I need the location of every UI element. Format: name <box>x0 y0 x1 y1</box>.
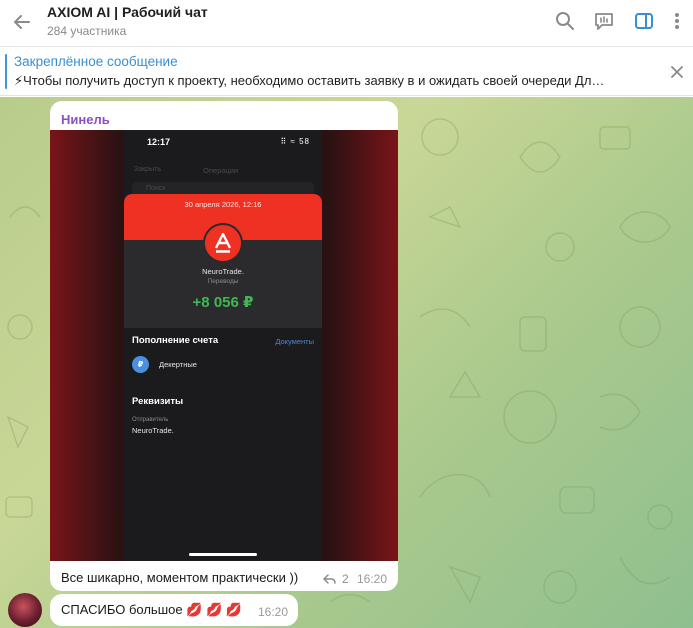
bank-app-screenshot: 12:17 ⠿ ≈ 58 Закрыть Операции Поиск 30 а… <box>124 130 322 561</box>
account-name: Декертные <box>159 360 197 369</box>
sender-value: NeuroTrade. <box>132 426 174 435</box>
pinned-indicator <box>5 54 7 89</box>
message-time: 16:20 <box>258 605 289 619</box>
requisites-title: Реквизиты <box>132 396 184 407</box>
pinned-message[interactable]: Закреплённое сообщение ⚡Чтобы получить д… <box>0 48 693 96</box>
chat-title[interactable]: AXIOM AI | Рабочий чат <box>47 4 208 20</box>
message-bubble[interactable]: СПАСИБО большое 💋 💋 💋 16:20 <box>50 594 298 626</box>
chat-header: AXIOM AI | Рабочий чат 284 участника <box>0 0 693 47</box>
pinned-text: ⚡Чтобы получить доступ к проекту, необхо… <box>14 73 605 88</box>
more-button[interactable] <box>667 8 687 34</box>
sender-label: Отправитель <box>132 417 169 423</box>
transaction-date: 30 апреля 2026, 12:16 <box>184 200 262 209</box>
message-time: 16:20 <box>357 572 388 586</box>
sender-name[interactable]: Нинель <box>61 112 110 127</box>
close-icon <box>671 66 683 78</box>
sidebar-toggle-icon <box>635 13 653 29</box>
more-vertical-icon <box>675 13 679 29</box>
member-count[interactable]: 284 участника <box>47 24 126 38</box>
chat-area[interactable]: Нинель 12:17 ⠿ ≈ 58 Закрыть Операции Пои… <box>0 97 693 628</box>
live-chat-icon <box>595 13 613 30</box>
status-icons: ⠿ ≈ 58 <box>280 137 310 146</box>
pinned-close-button[interactable] <box>667 62 687 82</box>
bank-logo-icon <box>203 223 243 263</box>
search-button[interactable] <box>552 8 578 34</box>
message-bubble[interactable]: Нинель 12:17 ⠿ ≈ 58 Закрыть Операции Пои… <box>50 101 398 591</box>
search-icon <box>556 12 574 30</box>
transaction-card: 30 апреля 2026, 12:16 NeuroTrade. Перево… <box>124 194 322 328</box>
status-time: 12:17 <box>147 137 171 147</box>
reply-icon[interactable] <box>322 573 336 585</box>
bank-letter-a-icon <box>214 233 232 253</box>
avatar[interactable] <box>8 593 42 627</box>
home-indicator <box>189 553 257 556</box>
back-button[interactable] <box>8 8 36 36</box>
screenshot-title: Операции <box>203 166 239 175</box>
pinned-title: Закреплённое сообщение <box>14 54 178 69</box>
transaction-category: Переводы <box>207 278 239 285</box>
screenshot-close-label: Закрыть <box>134 166 161 173</box>
merchant-name: NeuroTrade. <box>202 267 244 276</box>
live-chat-button[interactable] <box>591 8 617 34</box>
documents-link: Документы <box>275 337 314 346</box>
message-photo[interactable]: 12:17 ⠿ ≈ 58 Закрыть Операции Поиск 30 а… <box>50 130 398 561</box>
back-arrow-icon <box>14 15 30 29</box>
reply-count[interactable]: 2 <box>342 572 349 586</box>
topup-title: Пополнение счета <box>132 335 219 346</box>
message-text: Все шикарно, моментом практически )) <box>61 570 299 585</box>
message-text: СПАСИБО большое 💋 💋 💋 <box>61 602 242 617</box>
account-icon: ₽ <box>132 356 149 373</box>
sidebar-toggle-button[interactable] <box>631 8 657 34</box>
transaction-amount: +8 056 ₽ <box>192 294 254 311</box>
